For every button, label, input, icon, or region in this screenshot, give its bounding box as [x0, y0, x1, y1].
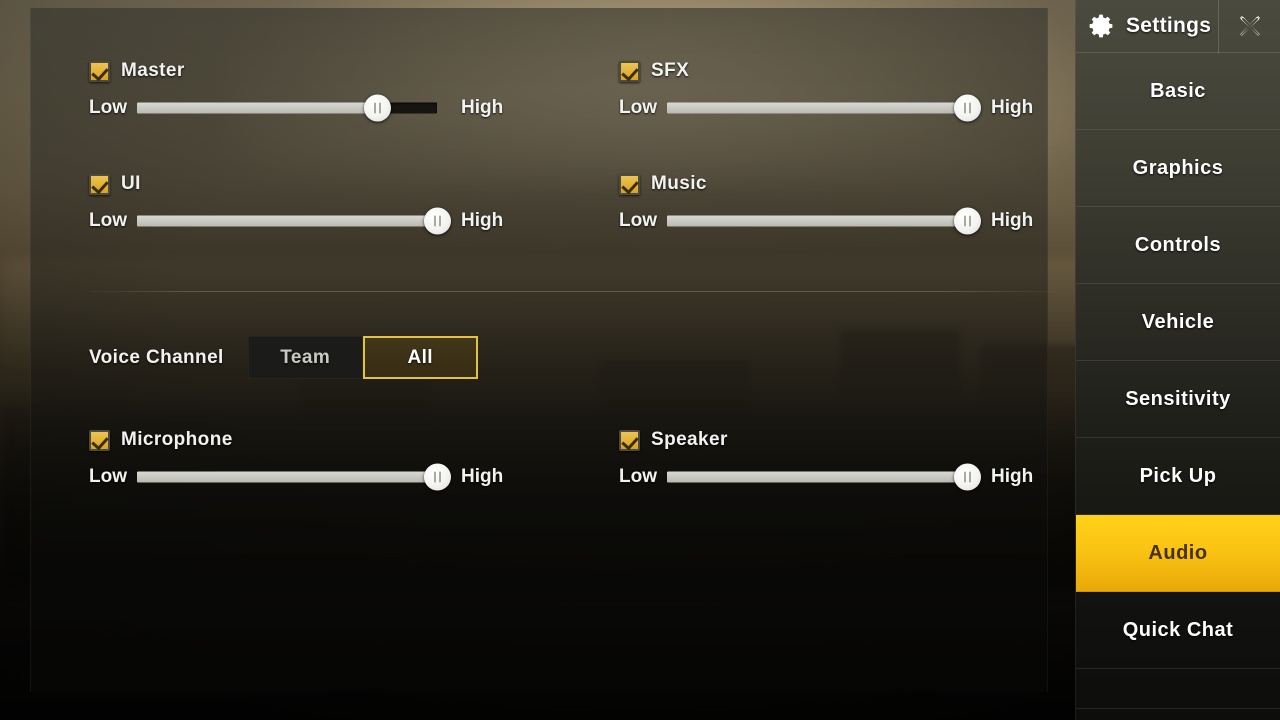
sidebar-item-controls[interactable]: Controls — [1076, 207, 1280, 284]
high-label-ui: High — [461, 210, 504, 231]
slider-track-microphone[interactable] — [137, 463, 451, 491]
slider-track-ui[interactable] — [137, 207, 451, 235]
music-checkbox-row[interactable]: Music — [619, 173, 1033, 195]
high-label-master: High — [461, 97, 504, 118]
master-checkbox-row[interactable]: Master — [89, 60, 503, 82]
low-label-speaker: Low — [619, 466, 657, 487]
slider-track-fill — [667, 471, 967, 483]
low-label-master: Low — [89, 97, 127, 118]
setting-ui: UI Low High — [89, 173, 504, 235]
label-music: Music — [651, 173, 707, 194]
settings-sidebar: Settings Basic Graphics Controls Vehicle… — [1075, 0, 1280, 720]
low-label-microphone: Low — [89, 466, 127, 487]
high-label-music: High — [991, 210, 1034, 231]
label-sfx: SFX — [651, 60, 690, 81]
slider-track-sfx[interactable] — [667, 94, 981, 122]
sidebar-header: Settings — [1076, 0, 1280, 53]
slider-track-speaker[interactable] — [667, 463, 981, 491]
close-x-icon — [1239, 15, 1260, 36]
checkbox-master[interactable] — [89, 60, 110, 82]
speaker-checkbox-row[interactable]: Speaker — [619, 429, 1033, 451]
slider-speaker[interactable]: Low High — [619, 463, 1034, 491]
sidebar-item-audio[interactable]: Audio — [1076, 515, 1280, 592]
checkbox-music[interactable] — [619, 173, 640, 195]
close-button[interactable] — [1218, 0, 1280, 53]
low-label-ui: Low — [89, 210, 127, 231]
slider-handle-master[interactable] — [363, 94, 391, 122]
setting-sfx: SFX Low High — [619, 60, 1034, 122]
slider-handle-music[interactable] — [953, 207, 981, 235]
voice-channel-option-all[interactable]: All — [362, 336, 478, 379]
label-microphone: Microphone — [121, 429, 233, 450]
sidebar-item-pickup[interactable]: Pick Up — [1076, 438, 1280, 515]
sfx-checkbox-row[interactable]: SFX — [619, 60, 1033, 82]
ui-checkbox-row[interactable]: UI — [89, 173, 503, 195]
slider-music[interactable]: Low High — [619, 207, 1034, 235]
slider-handle-microphone[interactable] — [423, 463, 451, 491]
slider-handle-speaker[interactable] — [953, 463, 981, 491]
sidebar-item-cutoff[interactable] — [1076, 669, 1280, 709]
slider-ui[interactable]: Low High — [89, 207, 504, 235]
low-label-music: Low — [619, 210, 657, 231]
microphone-checkbox-row[interactable]: Microphone — [89, 429, 503, 451]
label-master: Master — [121, 60, 185, 81]
slider-track-fill — [137, 471, 437, 483]
high-label-speaker: High — [991, 466, 1034, 487]
label-voice-channel: Voice Channel — [89, 346, 224, 368]
slider-track-music[interactable] — [667, 207, 981, 235]
label-speaker: Speaker — [651, 429, 728, 450]
audio-settings-panel: Master Low High SFX Low High UI Low High… — [30, 8, 1051, 692]
slider-track-fill — [667, 215, 967, 227]
high-label-microphone: High — [461, 466, 504, 487]
slider-sfx[interactable]: Low High — [619, 94, 1034, 122]
voice-channel-option-team[interactable]: Team — [247, 336, 363, 379]
setting-microphone: Microphone Low High — [89, 429, 504, 491]
slider-microphone[interactable]: Low High — [89, 463, 504, 491]
high-label-sfx: High — [991, 97, 1034, 118]
setting-music: Music Low High — [619, 173, 1034, 235]
sidebar-item-vehicle[interactable]: Vehicle — [1076, 284, 1280, 361]
slider-track-fill — [137, 215, 437, 227]
slider-track-fill — [667, 102, 967, 114]
slider-handle-ui[interactable] — [423, 207, 451, 235]
voice-channel-section: Voice Channel Team All — [89, 336, 478, 379]
slider-track-master[interactable] — [137, 94, 437, 122]
gear-icon — [1089, 14, 1113, 38]
setting-master: Master Low High — [89, 60, 504, 122]
setting-speaker: Speaker Low High — [619, 429, 1034, 491]
slider-handle-sfx[interactable] — [953, 94, 981, 122]
checkbox-speaker[interactable] — [619, 429, 640, 451]
checkbox-microphone[interactable] — [89, 429, 110, 451]
voice-channel-segmented-control[interactable]: Team All — [247, 336, 478, 379]
low-label-sfx: Low — [619, 97, 657, 118]
slider-track-fill — [137, 102, 377, 114]
label-ui: UI — [121, 173, 141, 194]
section-divider — [89, 291, 1051, 292]
checkbox-sfx[interactable] — [619, 60, 640, 82]
sidebar-item-sensitivity[interactable]: Sensitivity — [1076, 361, 1280, 438]
sidebar-item-quick-chat[interactable]: Quick Chat — [1076, 592, 1280, 669]
slider-master[interactable]: Low High — [89, 94, 504, 122]
sidebar-title: Settings — [1126, 14, 1212, 37]
sidebar-title-group: Settings — [1076, 11, 1218, 41]
checkbox-ui[interactable] — [89, 173, 110, 195]
sidebar-item-graphics[interactable]: Graphics — [1076, 130, 1280, 207]
sidebar-item-basic[interactable]: Basic — [1076, 53, 1280, 130]
